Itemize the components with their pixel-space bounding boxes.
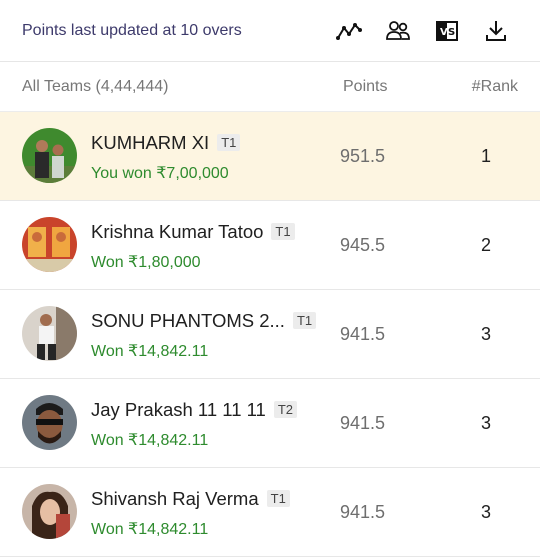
points-value: 945.5 [340, 235, 386, 255]
winnings-text: You won ₹7,00,000 [91, 165, 229, 182]
rank-column-header: #Rank [471, 77, 518, 95]
rank-value: 3 [480, 413, 491, 433]
team-tag: T1 [217, 134, 241, 151]
svg-text:V: V [440, 27, 448, 38]
winnings-text: Won ₹14,842.11 [91, 343, 209, 360]
leaderboard-row[interactable]: KUMHARM XI T1 You won ₹7,00,000 951.5 1 [0, 112, 540, 201]
leaderboard-row[interactable]: Krishna Kumar Tatoo T1 Won ₹1,80,000 945.… [0, 201, 540, 290]
toolbar-icons: V S [324, 11, 520, 51]
points-value: 941.5 [340, 413, 386, 433]
avatar [22, 306, 77, 361]
avatar [22, 395, 77, 450]
leaderboard-list: KUMHARM XI T1 You won ₹7,00,000 951.5 1 K… [0, 112, 540, 557]
points-value: 951.5 [340, 146, 386, 166]
team-tag: T1 [266, 490, 290, 507]
team-tag: T1 [292, 312, 317, 329]
graph-icon[interactable] [324, 11, 373, 51]
winnings-text: Won ₹1,80,000 [91, 254, 201, 271]
team-compare-icon[interactable] [373, 11, 422, 51]
rank-value: 2 [480, 235, 491, 255]
rank-value: 1 [480, 146, 491, 166]
points-updated-text: Points last updated at 10 overs [22, 21, 242, 39]
avatar [22, 484, 77, 539]
all-teams-label: All Teams (4,44,444) [22, 77, 169, 95]
avatar [22, 128, 77, 183]
winnings-text: Won ₹14,842.11 [91, 432, 209, 449]
leaderboard-header: All Teams (4,44,444) Points #Rank [0, 62, 540, 112]
points-column-header: Points [343, 77, 388, 95]
leaderboard-row[interactable]: Shivansh Raj Verma T1 Won ₹14,842.11 941.… [0, 468, 540, 557]
rank-value: 3 [480, 324, 491, 344]
top-bar: Points last updated at 10 overs V S [0, 0, 540, 62]
points-value: 941.5 [340, 502, 386, 522]
avatar [22, 217, 77, 272]
download-icon[interactable] [471, 11, 520, 51]
leaderboard-row[interactable]: Jay Prakash 11 11 11 T2 Won ₹14,842.11 94… [0, 379, 540, 468]
vs-icon[interactable]: V S [422, 11, 471, 51]
winnings-text: Won ₹14,842.11 [91, 521, 209, 538]
points-value: 941.5 [340, 324, 386, 344]
team-tag: T1 [271, 223, 295, 240]
team-name: SONU PHANTOMS 2... T1 [91, 310, 317, 332]
team-name: KUMHARM XI T1 [91, 132, 241, 154]
team-name: Jay Prakash 11 11 11 T2 [91, 399, 298, 421]
rank-value: 3 [480, 502, 491, 522]
leaderboard-row[interactable]: SONU PHANTOMS 2... T1 Won ₹14,842.11 941.… [0, 290, 540, 379]
svg-text:S: S [448, 27, 455, 38]
team-tag: T2 [273, 401, 298, 418]
team-name: Shivansh Raj Verma T1 [91, 488, 290, 510]
team-name: Krishna Kumar Tatoo T1 [91, 221, 295, 243]
